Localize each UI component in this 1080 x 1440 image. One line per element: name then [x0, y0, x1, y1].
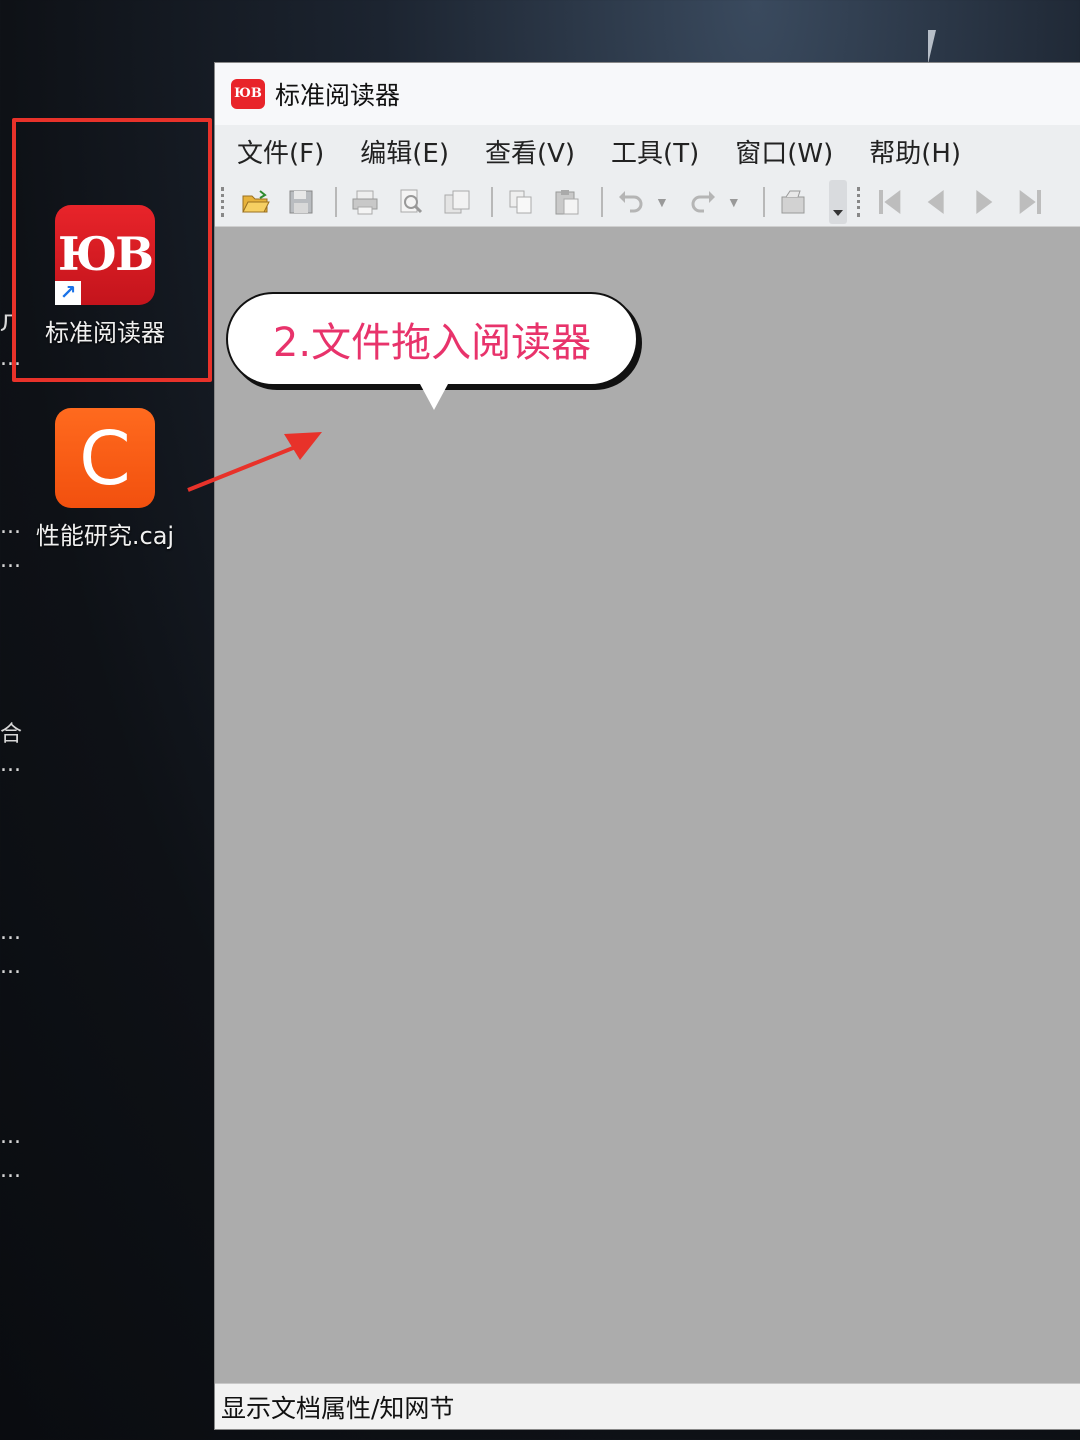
first-page-icon	[878, 189, 901, 214]
desktop-icon-label: 性能研究.caj	[35, 522, 175, 550]
toolbar-grip[interactable]	[856, 186, 863, 217]
open-folder-icon	[242, 189, 270, 212]
edge-label-fragment: ...	[0, 920, 21, 945]
edge-label-fragment: ...	[0, 752, 21, 777]
snapshot-icon	[444, 190, 470, 213]
edge-label-fragment: ...	[0, 514, 21, 539]
save-button[interactable]	[281, 182, 321, 222]
edge-label-fragment: ...	[0, 1158, 21, 1183]
toolbar-separator	[601, 186, 603, 217]
title-bar[interactable]: ЮB 标准阅读器	[215, 63, 1080, 125]
next-page-button[interactable]	[963, 182, 1003, 222]
print-preview-button[interactable]	[391, 182, 431, 222]
properties-icon	[781, 190, 805, 213]
menu-bar: 文件(F) 编辑(E) 查看(V) 工具(T) 窗口(W) 帮助(H)	[215, 125, 1080, 177]
undo-button[interactable]	[611, 182, 651, 222]
toolbar-separator	[762, 186, 765, 217]
redo-button[interactable]	[683, 182, 723, 222]
toolbar-overflow-icon[interactable]	[828, 179, 847, 224]
undo-icon	[619, 190, 643, 212]
status-text: 显示文档属性/知网节	[221, 1393, 455, 1423]
redo-dropdown-icon[interactable]: ▼	[727, 194, 741, 210]
open-folder-button[interactable]	[235, 182, 275, 222]
edge-label-fragment: ...	[0, 954, 21, 979]
desktop-icon-label: 标准阅读器	[45, 319, 165, 347]
last-page-button[interactable]	[1009, 182, 1049, 222]
prev-page-button[interactable]	[917, 182, 957, 222]
print-preview-icon	[400, 189, 423, 213]
toolbar-separator	[335, 186, 337, 217]
last-page-icon	[1019, 189, 1041, 214]
save-icon	[289, 190, 313, 213]
standard-reader-icon: ЮB ↗	[55, 205, 155, 305]
toolbar: ▼ ▼	[215, 177, 1080, 227]
redo-icon	[691, 190, 715, 212]
copy-button[interactable]	[501, 182, 541, 222]
print-button[interactable]	[345, 182, 385, 222]
menu-window[interactable]: 窗口(W)	[735, 133, 833, 170]
cursor-pointer-shape	[928, 30, 986, 64]
menu-file[interactable]: 文件(F)	[237, 133, 324, 170]
copy-icon	[509, 190, 532, 213]
edge-label-fragment: 合	[0, 722, 23, 747]
caj-file-icon: C	[55, 408, 155, 508]
prev-page-icon	[927, 189, 944, 214]
app-logo-icon: ЮB	[231, 79, 265, 109]
desktop-icon-caj-file[interactable]: C 性能研究.caj	[30, 408, 180, 551]
document-area[interactable]	[215, 227, 1080, 1383]
first-page-button[interactable]	[871, 182, 911, 222]
toolbar-separator	[491, 186, 493, 217]
desktop-icon-standard-reader[interactable]: ЮB ↗ 标准阅读器	[30, 205, 180, 348]
drag-arrow-icon	[187, 432, 322, 492]
menu-edit[interactable]: 编辑(E)	[360, 133, 449, 170]
menu-help[interactable]: 帮助(H)	[869, 133, 961, 170]
shortcut-arrow-icon: ↗	[55, 281, 81, 305]
reader-window: ЮB 标准阅读器 文件(F) 编辑(E) 查看(V) 工具(T) 窗口(W) 帮…	[214, 62, 1080, 1430]
instruction-callout: 2.文件拖入阅读器	[226, 292, 638, 386]
toolbar-grip[interactable]	[221, 186, 227, 217]
undo-dropdown-icon[interactable]: ▼	[655, 194, 669, 210]
window-title: 标准阅读器	[275, 81, 401, 110]
paste-icon	[555, 189, 579, 214]
status-bar: 显示文档属性/知网节	[215, 1383, 1080, 1429]
edge-label-fragment: ...	[0, 548, 21, 573]
snapshot-button[interactable]	[437, 182, 477, 222]
next-page-icon	[976, 189, 993, 214]
callout-tail	[420, 384, 448, 410]
menu-tools[interactable]: 工具(T)	[611, 133, 699, 170]
callout-text: 2.文件拖入阅读器	[272, 320, 592, 366]
print-icon	[352, 190, 378, 214]
properties-button[interactable]	[773, 182, 813, 222]
paste-button[interactable]	[547, 182, 587, 222]
menu-view[interactable]: 查看(V)	[485, 133, 575, 170]
edge-label-fragment: ...	[0, 1124, 21, 1149]
